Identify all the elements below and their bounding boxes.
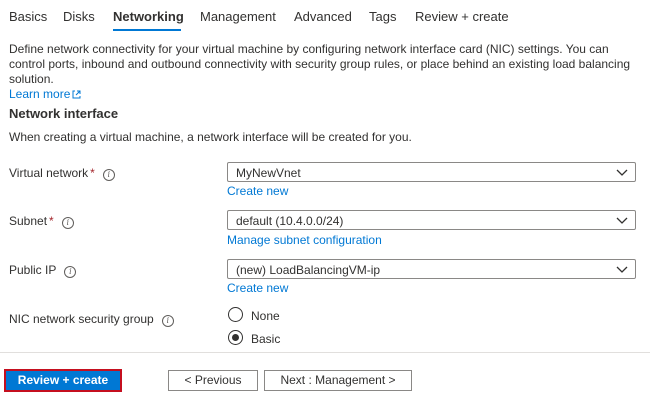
review-create-button[interactable]: Review + create <box>4 369 122 392</box>
learn-more-label: Learn more <box>9 87 71 101</box>
learn-more-link[interactable]: Learn more <box>9 87 81 101</box>
description-text: Define network connectivity for your vir… <box>9 42 631 86</box>
networking-description: Define network connectivity for your vir… <box>9 42 639 103</box>
create-new-vnet-link[interactable]: Create new <box>227 184 288 198</box>
section-title: Network interface <box>9 106 119 121</box>
info-icon[interactable]: i <box>102 169 115 181</box>
tab-disks[interactable]: Disks <box>63 9 95 24</box>
external-link-icon <box>72 88 81 103</box>
tab-review-create[interactable]: Review + create <box>415 9 509 24</box>
info-icon[interactable]: i <box>161 315 174 327</box>
tab-management[interactable]: Management <box>200 9 276 24</box>
footer-divider <box>0 352 650 353</box>
manage-subnet-link[interactable]: Manage subnet configuration <box>227 233 382 247</box>
public-ip-select[interactable]: (new) LoadBalancingVM-ip <box>227 259 636 279</box>
tab-tags[interactable]: Tags <box>369 9 396 24</box>
nsg-radio-basic[interactable] <box>228 330 243 345</box>
subnet-label: Subnet * i <box>9 214 74 229</box>
virtual-network-label: Virtual network * i <box>9 166 115 181</box>
nsg-option-basic-label: Basic <box>251 332 281 346</box>
chevron-down-icon <box>616 217 628 224</box>
active-tab-indicator <box>113 29 181 31</box>
required-marker: * <box>90 166 95 180</box>
previous-button[interactable]: < Previous <box>168 370 258 391</box>
next-management-button[interactable]: Next : Management > <box>264 370 412 391</box>
nsg-label: NIC network security group i <box>9 312 174 327</box>
public-ip-label: Public IP i <box>9 263 77 278</box>
subnet-label-text: Subnet <box>9 214 48 228</box>
tab-basics[interactable]: Basics <box>9 9 47 24</box>
tab-advanced[interactable]: Advanced <box>294 9 352 24</box>
nsg-label-text: NIC network security group <box>9 312 154 326</box>
subnet-value: default (10.4.0.0/24) <box>236 214 344 228</box>
nsg-radio-none[interactable] <box>228 307 243 322</box>
nsg-option-none-label: None <box>251 309 280 323</box>
chevron-down-icon <box>616 169 628 176</box>
virtual-network-value: MyNewVnet <box>236 166 301 180</box>
tab-networking[interactable]: Networking <box>113 9 184 24</box>
subnet-select[interactable]: default (10.4.0.0/24) <box>227 210 636 230</box>
info-icon[interactable]: i <box>64 266 77 278</box>
virtual-network-select[interactable]: MyNewVnet <box>227 162 636 182</box>
section-note: When creating a virtual machine, a netwo… <box>9 130 412 144</box>
create-new-public-ip-link[interactable]: Create new <box>227 281 288 295</box>
required-marker: * <box>49 214 54 228</box>
chevron-down-icon <box>616 266 628 273</box>
public-ip-label-text: Public IP <box>9 263 57 277</box>
info-icon[interactable]: i <box>61 217 74 229</box>
virtual-network-label-text: Virtual network <box>9 166 89 180</box>
public-ip-value: (new) LoadBalancingVM-ip <box>236 263 381 277</box>
wizard-tabs: Basics Disks Networking Management Advan… <box>0 0 650 34</box>
